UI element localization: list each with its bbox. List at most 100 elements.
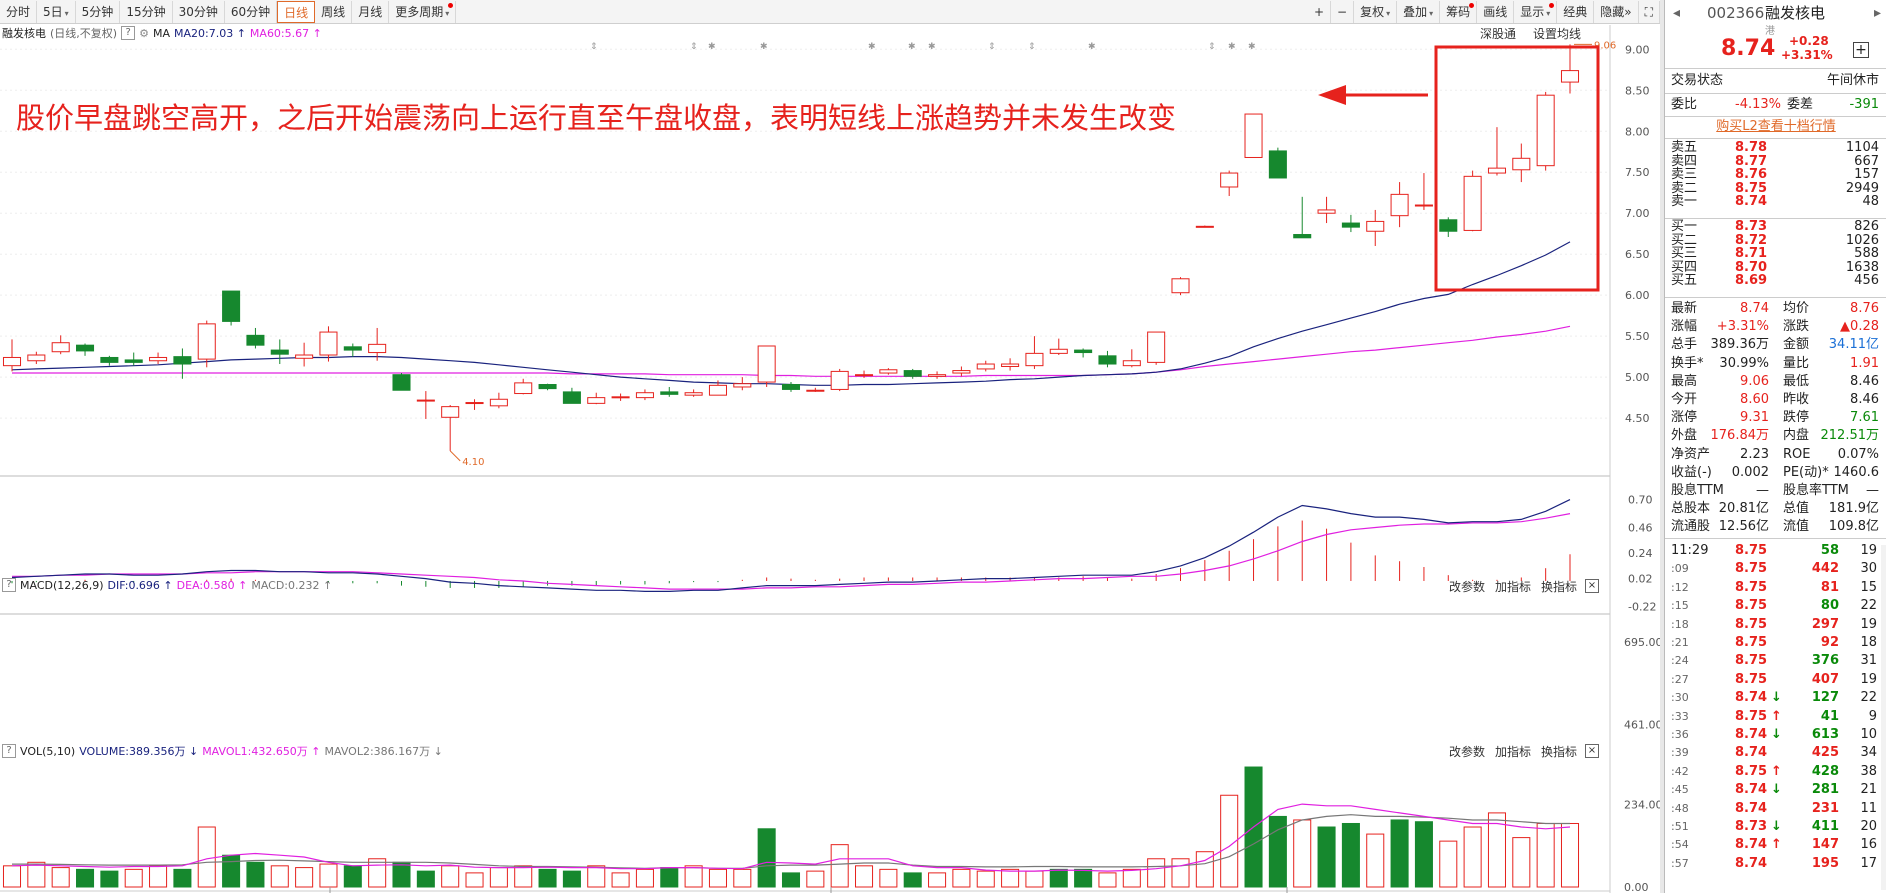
candle-up bbox=[27, 354, 46, 362]
macd-value-label: MACD:0.232 ↑ bbox=[251, 578, 333, 592]
arrow-up-icon: ↑ bbox=[1771, 708, 1782, 724]
tool-button-5[interactable]: 画线 bbox=[1477, 1, 1515, 23]
period-button-1[interactable]: 5日 ▾ bbox=[37, 0, 76, 23]
volume-bar-up bbox=[51, 867, 70, 888]
stat-row: 收益(-) 0.002 PE(动)* 1460.6 bbox=[1665, 464, 1886, 482]
vol-mavol2-label: MAVOL2:386.167万 ↓ bbox=[324, 745, 443, 758]
tool-button-0[interactable]: + bbox=[1308, 1, 1332, 23]
price-axis-label: 5.50 bbox=[1625, 330, 1650, 343]
volume-bar-up bbox=[441, 865, 460, 888]
tool-button-1[interactable]: − bbox=[1331, 1, 1355, 23]
vol-add-button[interactable]: 加指标 bbox=[1495, 743, 1531, 760]
buy-row[interactable]: 买三 8.71 588 bbox=[1665, 247, 1886, 261]
stat-label: 金额 bbox=[1783, 337, 1810, 353]
stat-value: 30.99% bbox=[1719, 355, 1769, 371]
period-button-0[interactable]: 分时 bbox=[0, 0, 38, 23]
period-button-4[interactable]: 30分钟 bbox=[173, 0, 225, 23]
volume-bar-up bbox=[684, 865, 703, 888]
price-change-pct: +3.31% bbox=[1781, 48, 1833, 62]
tool-button-6[interactable]: 显示 ▾ bbox=[1514, 1, 1558, 23]
volume-bar-down bbox=[1414, 821, 1433, 888]
vol-swap-button[interactable]: 换指标 bbox=[1541, 743, 1577, 760]
vol-param-button[interactable]: 改参数 bbox=[1449, 743, 1485, 760]
stat-value: — bbox=[1756, 483, 1769, 498]
macd-close-icon[interactable]: × bbox=[1585, 579, 1599, 593]
tick-count: 15 bbox=[1860, 579, 1877, 595]
period-button-8[interactable]: 月线 bbox=[352, 0, 390, 23]
volume-bar-up bbox=[587, 865, 606, 888]
candle-down bbox=[562, 391, 581, 404]
period-button-3[interactable]: 15分钟 bbox=[120, 0, 173, 23]
tool-button-3[interactable]: 叠加 ▾ bbox=[1397, 1, 1441, 23]
vol-close-icon[interactable]: × bbox=[1585, 744, 1599, 758]
tick-row: :51 8.73 ↓ 411 20 bbox=[1665, 818, 1886, 836]
period-button-5[interactable]: 60分钟 bbox=[225, 0, 278, 23]
trade-status-value: 午间休市 bbox=[1826, 73, 1879, 88]
volume-bar-down bbox=[538, 868, 557, 888]
tick-price: 8.75 bbox=[1735, 616, 1768, 632]
tick-volume: 425 bbox=[1811, 745, 1839, 761]
volume-bar-up bbox=[1147, 858, 1166, 888]
period-button-6[interactable]: 日线 bbox=[277, 0, 316, 23]
price-axis-label: 4.50 bbox=[1625, 412, 1650, 425]
candle-up bbox=[757, 345, 776, 383]
tool-button-2[interactable]: 复权 ▾ bbox=[1354, 1, 1398, 23]
stock-name: 融发核电 bbox=[1765, 4, 1826, 22]
tool-button-8[interactable]: 隐藏» bbox=[1594, 1, 1639, 23]
buy-level-label: 买三 bbox=[1671, 246, 1698, 261]
annotation-arrow-head bbox=[1318, 85, 1346, 105]
dropdown-arrow-icon: ▾ bbox=[1546, 9, 1551, 18]
candle-down bbox=[124, 359, 143, 363]
candle-up bbox=[879, 369, 898, 374]
volume-bar-down bbox=[222, 854, 241, 888]
arrow-down-icon: ↓ bbox=[1771, 690, 1782, 706]
candle-up bbox=[928, 374, 947, 377]
tick-volume: 428 bbox=[1811, 763, 1839, 779]
volume-bar-up bbox=[1001, 868, 1020, 888]
macd-swap-button[interactable]: 换指标 bbox=[1541, 578, 1577, 595]
stock-code: 002366 bbox=[1707, 4, 1765, 22]
tool-button-7[interactable]: 经典 bbox=[1557, 1, 1595, 23]
sell-row[interactable]: 卖二 8.75 2949 bbox=[1665, 181, 1886, 196]
stat-label: 股息TTM bbox=[1671, 483, 1724, 498]
sell-row[interactable]: 卖三 8.76 157 bbox=[1665, 168, 1886, 182]
tool-button-9[interactable]: ⛶ bbox=[1639, 1, 1660, 23]
candle-up bbox=[1390, 193, 1409, 217]
stat-label: 量比 bbox=[1783, 355, 1810, 371]
tick-count: 22 bbox=[1860, 598, 1877, 614]
tick-volume: 613 bbox=[1811, 727, 1839, 742]
tick-volume: 81 bbox=[1820, 579, 1839, 595]
period-button-7[interactable]: 周线 bbox=[315, 0, 353, 23]
vol-axis-label: 0.00 bbox=[1624, 881, 1649, 893]
sell-row[interactable]: 卖一 8.74 48 bbox=[1665, 195, 1886, 209]
volume-bar-up bbox=[465, 872, 484, 888]
stat-value: 9.06 bbox=[1740, 373, 1769, 389]
sell-row[interactable]: 卖五 8.78 1104 bbox=[1665, 141, 1886, 155]
macd-add-button[interactable]: 加指标 bbox=[1495, 578, 1531, 595]
volume-bar-down bbox=[562, 870, 581, 888]
macd-axis-label: 0.70 bbox=[1628, 494, 1653, 507]
add-watchlist-icon[interactable]: + bbox=[1853, 42, 1869, 58]
tool-button-4[interactable]: 筹码 bbox=[1440, 1, 1478, 23]
buy-row[interactable]: 买四 8.70 1638 bbox=[1665, 260, 1886, 275]
buy-row[interactable]: 买二 8.72 1026 bbox=[1665, 233, 1886, 248]
buy-l2-link[interactable]: 购买L2查看十档行情 bbox=[1665, 118, 1886, 136]
buy-row[interactable]: 买一 8.73 826 bbox=[1665, 220, 1886, 234]
period-button-2[interactable]: 5分钟 bbox=[76, 0, 121, 23]
tick-scrollbar[interactable] bbox=[1881, 545, 1886, 890]
volume-bar-up bbox=[928, 872, 947, 888]
macd-help-icon[interactable]: ? bbox=[2, 578, 16, 592]
sell-row[interactable]: 卖四 8.77 667 bbox=[1665, 154, 1886, 169]
buy-volume: 826 bbox=[1854, 219, 1879, 234]
back-arrow-icon[interactable]: ◂ bbox=[1673, 4, 1680, 22]
vol-help-icon[interactable]: ? bbox=[2, 744, 16, 758]
forward-arrow-icon[interactable]: ▸ bbox=[1874, 4, 1881, 22]
candle-up bbox=[1171, 278, 1190, 294]
sell-volume: 1104 bbox=[1845, 140, 1879, 155]
stat-row: 股息TTM — 股息率TTM — bbox=[1665, 482, 1886, 500]
tick-price: 8.74 bbox=[1735, 782, 1768, 798]
macd-param-button[interactable]: 改参数 bbox=[1449, 578, 1485, 595]
period-button-9[interactable]: 更多周期 ▾ bbox=[389, 0, 457, 23]
stat-value: 20.81亿 bbox=[1718, 501, 1769, 517]
buy-row[interactable]: 买五 8.69 456 bbox=[1665, 274, 1886, 288]
